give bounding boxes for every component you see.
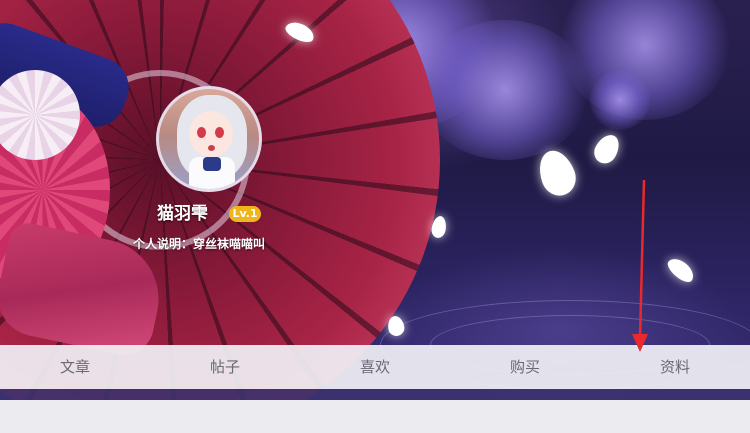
- content-area: [0, 400, 750, 433]
- tab-posts[interactable]: 帖子: [150, 345, 300, 389]
- tab-profile-info[interactable]: 资料: [600, 345, 750, 389]
- tab-articles[interactable]: 文章: [0, 345, 150, 389]
- avatar-mouth: [208, 145, 215, 151]
- avatar-eye: [215, 127, 224, 138]
- wisteria-decoration: [590, 70, 650, 130]
- header-bottom-strip: [0, 389, 750, 400]
- tab-purchases[interactable]: 购买: [450, 345, 600, 389]
- profile-header-background: [0, 0, 750, 400]
- petal-decoration: [533, 145, 581, 201]
- level-badge: Lv.1: [229, 206, 261, 222]
- petal-decoration: [664, 254, 698, 286]
- avatar-eye: [197, 127, 206, 138]
- profile-tab-bar: 文章 帖子 喜欢 购买 资料: [0, 345, 750, 389]
- username: 猫羽雫: [157, 204, 208, 224]
- avatar[interactable]: [156, 86, 262, 192]
- petal-decoration: [589, 130, 625, 168]
- profile-bio: 个人说明：穿丝袜喵喵叫: [133, 237, 266, 251]
- avatar-bow: [203, 157, 221, 171]
- tab-likes[interactable]: 喜欢: [300, 345, 450, 389]
